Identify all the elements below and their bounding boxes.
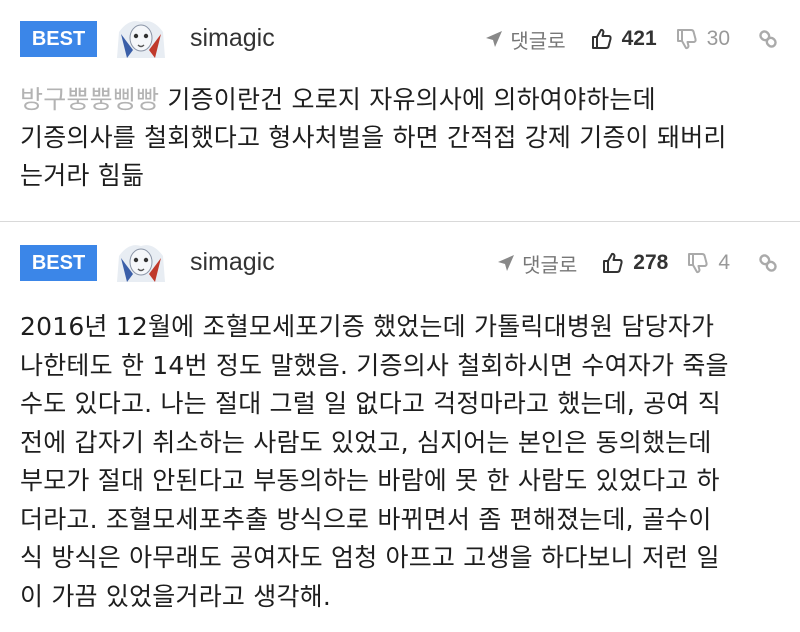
comment-actions: 댓글로 278 4 <box>478 246 780 280</box>
thumbs-down-icon <box>688 253 708 274</box>
comment-header: BEST simagic 댓글로 421 30 <box>20 12 780 64</box>
mention-username[interactable]: 방구뿡뿡삥빵 <box>20 85 159 114</box>
comment-body: 2016년 12월에 조혈모세포기증 했었는데 가톨릭대병원 담당자가 나한테도… <box>20 312 729 611</box>
comment-body: 방구뿡뿡삥빵 기증이란건 오로지 자유의사에 의하여야하는데 기증의사를 철회했… <box>20 81 786 195</box>
reply-label: 댓글로 <box>522 252 578 277</box>
like-button[interactable]: 278 <box>601 251 668 275</box>
like-count: 421 <box>621 27 657 50</box>
username[interactable]: simagic <box>190 248 275 277</box>
link-icon <box>759 254 777 272</box>
share-link-button[interactable] <box>756 27 780 51</box>
comment-header: BEST simagic 댓글로 278 4 <box>20 236 780 288</box>
best-badge: BEST <box>20 245 97 281</box>
dislike-count: 30 <box>706 27 730 50</box>
share-link-button[interactable] <box>756 251 780 275</box>
avatar[interactable] <box>115 236 167 288</box>
thumbs-down-icon <box>676 29 697 50</box>
avatar[interactable] <box>115 12 167 64</box>
like-count: 278 <box>633 251 669 274</box>
link-icon <box>759 30 777 48</box>
dislike-count: 4 <box>718 251 730 274</box>
reply-button[interactable]: 댓글로 <box>484 25 566 54</box>
reply-label: 댓글로 <box>510 28 566 53</box>
thumbs-up-icon <box>591 28 612 49</box>
like-button[interactable]: 421 <box>590 27 657 51</box>
reply-arrow-icon <box>498 255 515 271</box>
username[interactable]: simagic <box>190 24 275 53</box>
comment-item: BEST simagic 댓글로 421 30 방구뿡뿡삥빵 기증이란건 오로지… <box>0 0 800 222</box>
reply-button[interactable]: 댓글로 <box>496 249 577 278</box>
best-badge: BEST <box>20 21 97 57</box>
dislike-button[interactable]: 4 <box>686 251 730 275</box>
thumbs-up-icon <box>603 252 623 273</box>
reply-arrow-icon <box>486 31 503 47</box>
comment-actions: 댓글로 421 30 <box>466 22 780 56</box>
comment-item: BEST simagic 댓글로 278 4 2016년 12월에 조혈모세포기… <box>0 222 800 632</box>
dislike-button[interactable]: 30 <box>675 27 730 51</box>
